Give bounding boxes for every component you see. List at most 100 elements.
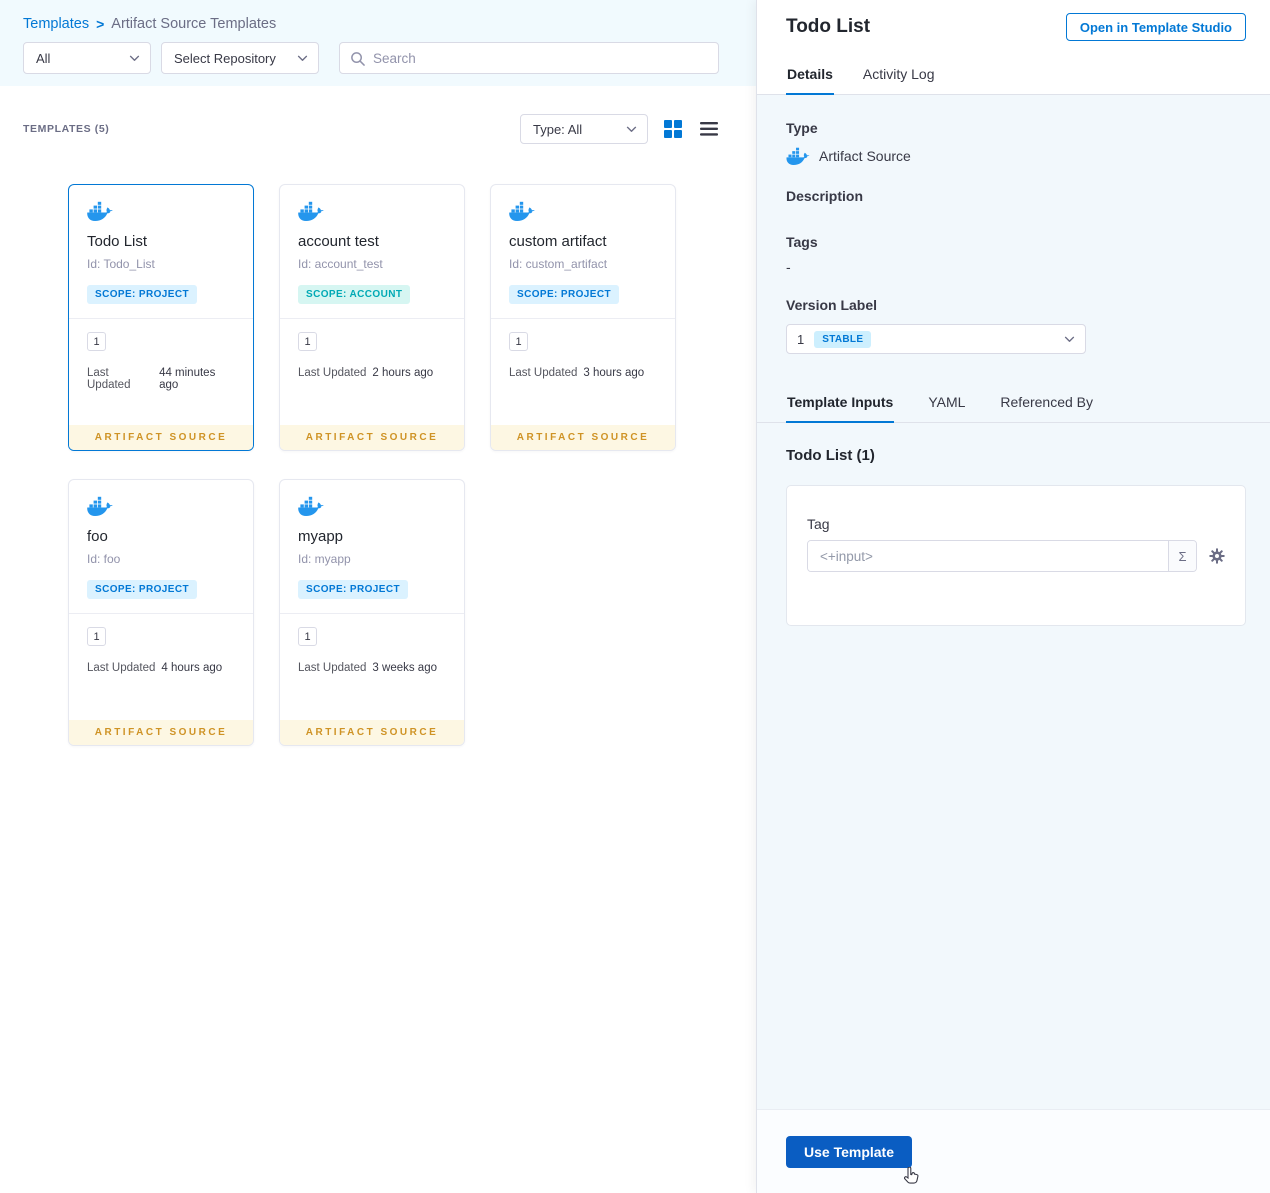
expression-icon[interactable]: Σ: [1168, 541, 1196, 571]
tab-details[interactable]: Details: [786, 53, 834, 95]
scope-filter-select[interactable]: All: [23, 42, 151, 74]
grid-view-button[interactable]: [662, 118, 684, 140]
last-updated-value: 4 hours ago: [161, 662, 223, 674]
details-section: Type Artifact Source Description Tags - …: [757, 95, 1270, 354]
artifact-source-ribbon: ARTIFACT SOURCE: [491, 425, 675, 450]
search-icon: [350, 51, 365, 66]
version-count-badge: 1: [298, 627, 317, 646]
scope-filter-value: All: [36, 50, 51, 66]
tab-yaml[interactable]: YAML: [927, 381, 966, 423]
card-title: foo: [87, 528, 108, 545]
gear-icon: [1209, 548, 1225, 564]
scope-badge: SCOPE: PROJECT: [87, 285, 197, 304]
list-view-button[interactable]: [698, 118, 720, 140]
inputs-title: Todo List (1): [786, 447, 875, 464]
tab-template-inputs[interactable]: Template Inputs: [786, 381, 895, 423]
docker-icon: [298, 496, 324, 516]
tag-input[interactable]: [808, 541, 1168, 571]
inputs-card: Tag Σ: [786, 485, 1246, 626]
card-divider: [69, 318, 253, 319]
type-filter-select[interactable]: Type: All: [520, 114, 648, 144]
chevron-down-icon: [129, 55, 140, 62]
template-inputs-section: Todo List (1) Tag Σ: [757, 423, 1270, 1109]
chevron-down-icon: [1064, 336, 1075, 343]
card-title: custom artifact: [509, 233, 607, 250]
artifact-source-ribbon: ARTIFACT SOURCE: [280, 425, 464, 450]
card-divider: [280, 613, 464, 614]
chevron-down-icon: [297, 55, 308, 62]
list-controls: Type: All: [520, 114, 720, 144]
use-template-button[interactable]: Use Template: [786, 1135, 912, 1168]
search-box: [339, 42, 719, 74]
drawer-footer: Use Template: [757, 1109, 1270, 1193]
template-card-foo[interactable]: foo Id: foo SCOPE: PROJECT 1 Last Update…: [68, 479, 254, 746]
docker-icon: [87, 201, 113, 221]
artifact-source-ribbon: ARTIFACT SOURCE: [69, 720, 253, 745]
tag-input-row: Σ: [807, 540, 1225, 572]
details-drawer: Todo List Open in Template Studio Detail…: [756, 0, 1270, 1193]
breadcrumb-current: Artifact Source Templates: [111, 16, 277, 32]
breadcrumb-separator-icon: >: [96, 16, 105, 32]
template-card-account-test[interactable]: account test Id: account_test SCOPE: ACC…: [279, 184, 465, 451]
template-card-custom-artifact[interactable]: custom artifact Id: custom_artifact SCOP…: [490, 184, 676, 451]
filter-row: All Select Repository: [23, 42, 720, 74]
description-label: Description: [786, 188, 864, 204]
card-title: account test: [298, 233, 379, 250]
list-header: TEMPLATES (5) Type: All: [0, 86, 756, 144]
card-id: Id: custom_artifact: [509, 257, 608, 271]
drawer-title: Todo List: [786, 16, 871, 37]
details-tab-bar: Details Activity Log: [757, 53, 1270, 95]
tag-label: Tag: [807, 516, 830, 532]
last-updated-label: Last Updated: [509, 367, 578, 379]
search-input[interactable]: [373, 50, 708, 66]
last-updated-row: Last Updated 2 hours ago: [298, 367, 446, 379]
tags-label: Tags: [786, 234, 818, 250]
last-updated-label: Last Updated: [298, 662, 367, 674]
version-count-badge: 1: [87, 332, 106, 351]
docker-icon: [298, 201, 324, 221]
scope-badge: SCOPE: ACCOUNT: [298, 285, 411, 304]
artifact-source-ribbon: ARTIFACT SOURCE: [280, 720, 464, 745]
templates-pane: Templates > Artifact Source Templates Al…: [0, 0, 756, 1193]
tags-value: -: [786, 259, 791, 275]
type-label: Type: [786, 120, 818, 136]
tab-activity-log[interactable]: Activity Log: [862, 53, 936, 95]
last-updated-value: 3 hours ago: [583, 367, 645, 379]
docker-icon: [509, 201, 535, 221]
type-value-row: Artifact Source: [786, 147, 1241, 165]
grid-view-icon: [664, 120, 682, 138]
last-updated-row: Last Updated 3 weeks ago: [298, 662, 446, 674]
type-filter-value: Type: All: [533, 121, 583, 137]
card-id: Id: myapp: [298, 552, 351, 566]
last-updated-value: 2 hours ago: [372, 367, 434, 379]
open-in-template-studio-button[interactable]: Open in Template Studio: [1065, 13, 1246, 41]
version-count-badge: 1: [87, 627, 106, 646]
version-select[interactable]: 1 STABLE: [786, 324, 1086, 354]
tab-referenced-by[interactable]: Referenced By: [999, 381, 1094, 423]
list-view-icon: [700, 122, 718, 136]
card-divider: [69, 613, 253, 614]
artifact-source-ribbon: ARTIFACT SOURCE: [69, 425, 253, 450]
repository-filter-select[interactable]: Select Repository: [161, 42, 319, 74]
templates-count: TEMPLATES (5): [23, 123, 110, 135]
topbar: Templates > Artifact Source Templates Al…: [0, 0, 756, 86]
last-updated-row: Last Updated 44 minutes ago: [87, 367, 235, 391]
chevron-down-icon: [626, 126, 637, 133]
tag-settings-button[interactable]: [1209, 548, 1225, 564]
card-divider: [491, 318, 675, 319]
version-value: 1: [797, 331, 805, 347]
last-updated-label: Last Updated: [87, 367, 131, 391]
template-card-todo-list[interactable]: Todo List Id: Todo_List SCOPE: PROJECT 1…: [68, 184, 254, 451]
docker-icon: [87, 496, 113, 516]
version-count-badge: 1: [509, 332, 528, 351]
card-id: Id: foo: [87, 552, 121, 566]
drawer-header: Todo List Open in Template Studio: [757, 0, 1270, 53]
template-card-myapp[interactable]: myapp Id: myapp SCOPE: PROJECT 1 Last Up…: [279, 479, 465, 746]
last-updated-value: 44 minutes ago: [159, 367, 216, 391]
breadcrumb-templates-link[interactable]: Templates: [23, 16, 89, 32]
card-title: myapp: [298, 528, 344, 545]
scope-badge: SCOPE: PROJECT: [509, 285, 619, 304]
last-updated-label: Last Updated: [87, 662, 156, 674]
inputs-tab-bar: Template Inputs YAML Referenced By: [757, 381, 1270, 423]
last-updated-value: 3 weeks ago: [372, 662, 437, 674]
